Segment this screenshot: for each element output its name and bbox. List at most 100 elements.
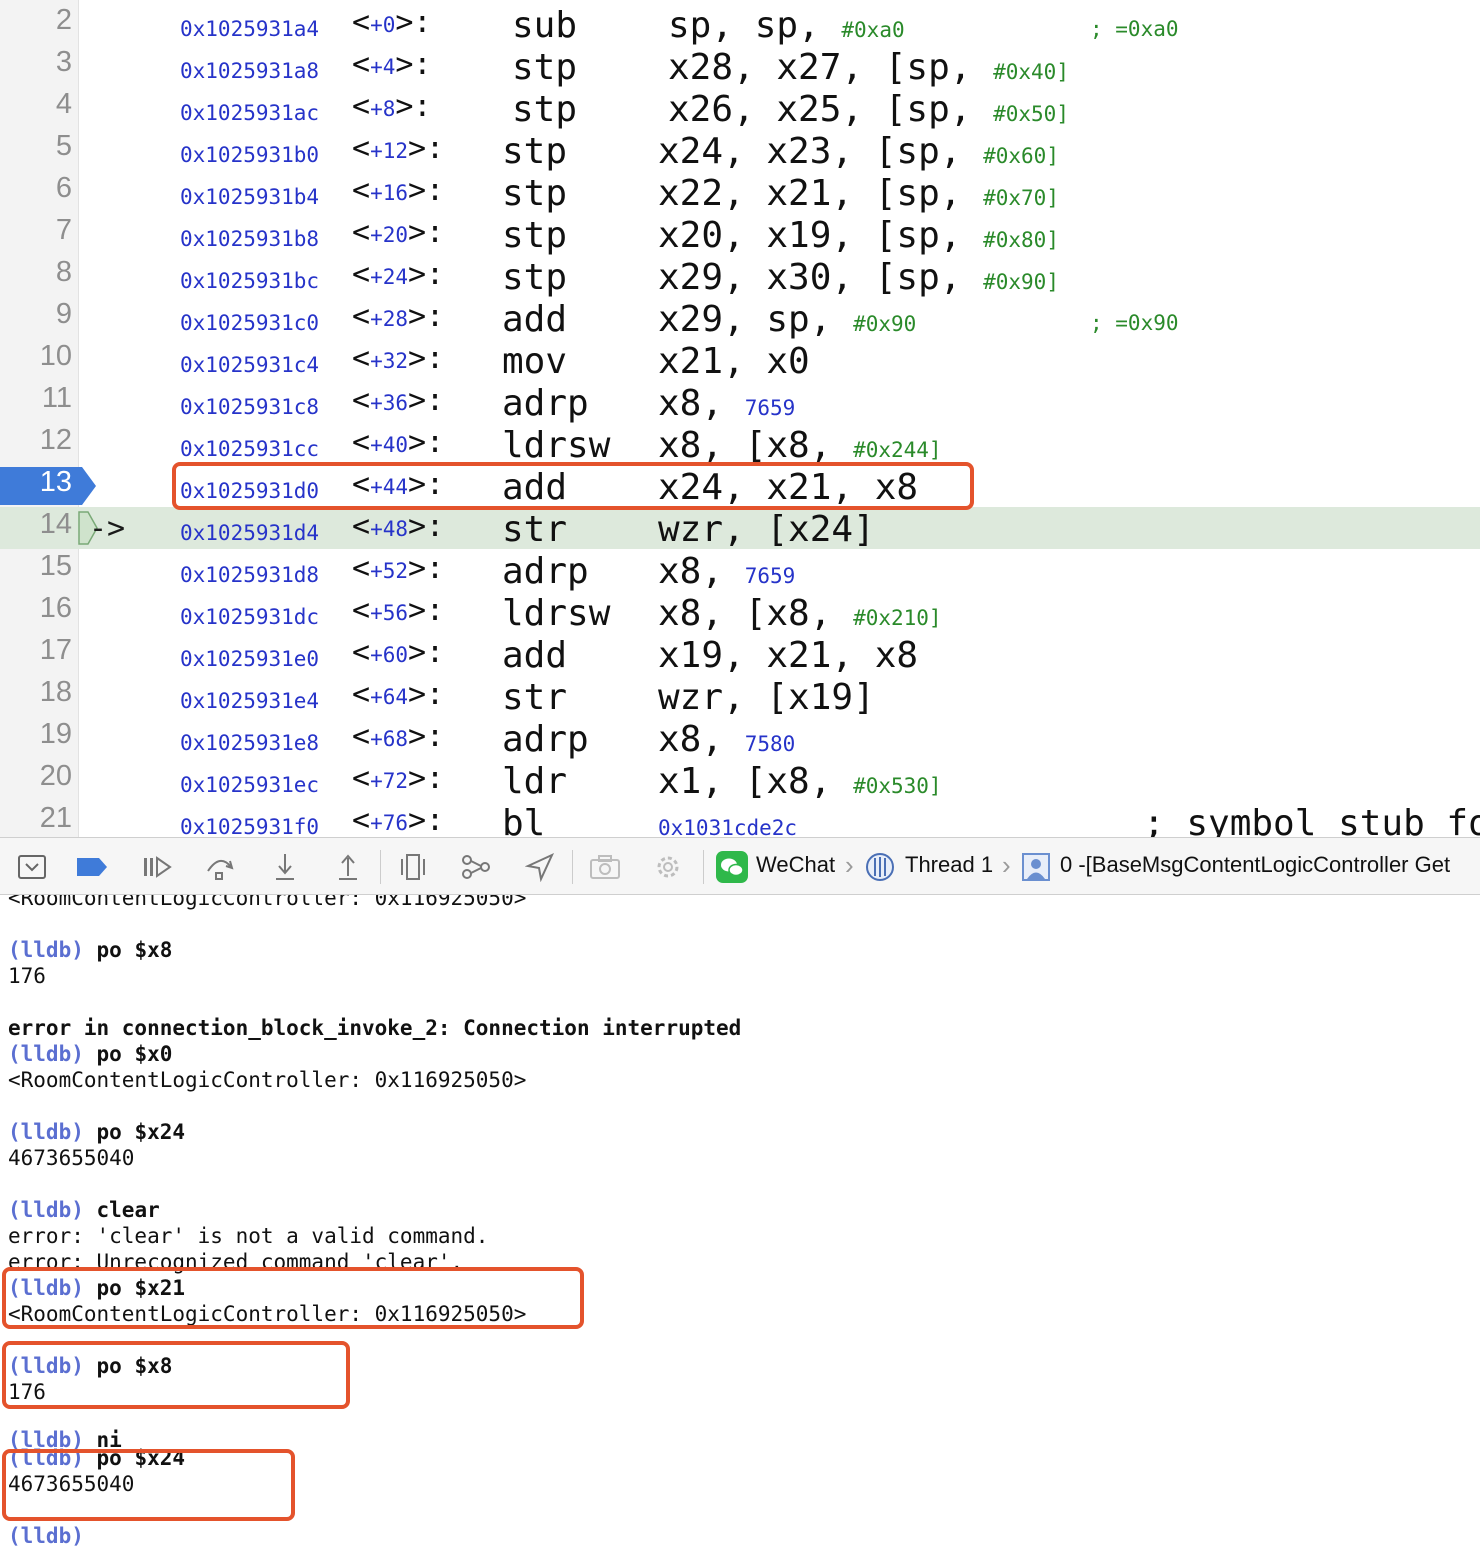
breadcrumb-app[interactable]: WeChat [756, 852, 835, 878]
instruction-row[interactable]: 19 0x1025931e8 <+68>: adrp x8, 7580 [0, 717, 1480, 760]
operand-text: x8, [658, 383, 745, 424]
instruction-row[interactable]: 7 0x1025931b8 <+20>: stp x20, x19, [sp, #0x8… [0, 213, 1480, 256]
operands: x29, x30, [sp, #0x90] [658, 257, 1059, 298]
line-number[interactable]: 4 [0, 88, 72, 121]
line-number[interactable]: 20 [0, 760, 72, 793]
line-number[interactable]: 19 [0, 718, 72, 751]
line-number[interactable]: 5 [0, 130, 72, 163]
continue-icon [144, 856, 172, 878]
capture-gpu-frame-button[interactable] [585, 847, 625, 887]
console-command-line: (lldb) [8, 1523, 84, 1549]
line-number[interactable]: 15 [0, 550, 72, 583]
step-into-button[interactable] [265, 847, 305, 887]
line-number[interactable]: 6 [0, 172, 72, 205]
simulate-location-button[interactable] [520, 847, 560, 887]
operand-text: x8, [658, 551, 745, 592]
offset-value: +76 [370, 811, 408, 835]
console-output-line: 176 [8, 963, 46, 989]
breadcrumb-frame[interactable]: 0 -[BaseMsgContentLogicController Get [1060, 852, 1450, 878]
instruction-row[interactable]: 6 0x1025931b4 <+16>: stp x22, x21, [sp, #0x7… [0, 171, 1480, 214]
debug-toolbar: WeChat › Thread 1 › 0 -[BaseMsgContentLo… [0, 837, 1480, 895]
offset-value: +4 [370, 55, 396, 79]
branch-target: 7580 [744, 732, 796, 756]
line-number[interactable]: 8 [0, 256, 72, 289]
console-output-line: <RoomContentLogicController: 0x116925050… [8, 1067, 526, 1093]
instruction-row[interactable]: 2 0x1025931a4 <+0>: sub sp, sp, #0xa0 ; =0xa0 [0, 3, 1480, 46]
immediate-value: #0x60] [983, 144, 1059, 168]
step-over-button[interactable] [200, 847, 240, 887]
instruction-row[interactable]: 12 0x1025931cc <+40>: ldrsw x8, [x8, #0x244] [0, 423, 1480, 466]
lldb-console[interactable]: <RoomContentLogicController: 0x116925050… [0, 895, 1480, 1568]
operands: x8, [x8, #0x244] [658, 425, 942, 466]
console-command: clear [96, 1198, 160, 1222]
instruction-row[interactable]: 4 0x1025931ac <+8>: stp x26, x25, [sp, #0x50… [0, 87, 1480, 130]
line-number[interactable]: 18 [0, 676, 72, 709]
breakpoints-toggle-button[interactable] [72, 847, 112, 887]
line-number[interactable]: 14 [0, 508, 72, 541]
instruction-row[interactable]: 21 0x1025931f0 <+76>: bl 0x1031cde2c ; symbol… [0, 801, 1480, 837]
instruction-address: 0x1025931ac [180, 101, 320, 125]
lldb-prompt: (lldb) [8, 938, 84, 962]
mnemonic: stp [502, 257, 568, 298]
operands: x22, x21, [sp, #0x70] [658, 173, 1059, 214]
operands: x21, x0 [658, 341, 810, 382]
memory-graph-button[interactable] [456, 847, 496, 887]
console-output-line: 4673655040 [8, 1145, 134, 1171]
line-number[interactable]: 16 [0, 592, 72, 625]
immediate-value: #0xa0 [841, 18, 905, 42]
instruction-offset: <+0>: [352, 5, 432, 40]
view-hierarchy-button[interactable] [393, 847, 433, 887]
instruction-row[interactable]: 18 0x1025931e4 <+64>: str wzr, [x19] [0, 675, 1480, 718]
instruction-offset: <+40>: [352, 425, 445, 460]
line-number[interactable]: 21 [0, 802, 72, 835]
step-out-button[interactable] [328, 847, 368, 887]
program-counter-arrow: -> [89, 511, 126, 546]
offset-value: +0 [370, 13, 396, 37]
operands: wzr, [x19] [658, 677, 875, 718]
instruction-row[interactable]: 11 0x1025931c8 <+36>: adrp x8, 7659 [0, 381, 1480, 424]
chevron-right-icon: › [845, 850, 854, 880]
line-number[interactable]: 2 [0, 4, 72, 37]
console-text: 4673655040 [8, 1146, 135, 1170]
disassembly-view[interactable]: 2 0x1025931a4 <+0>: sub sp, sp, #0xa0 ; =0xa0… [0, 0, 1480, 837]
line-number[interactable]: 11 [0, 382, 72, 415]
step-out-icon [339, 854, 357, 880]
wechat-app-icon [714, 847, 750, 887]
instruction-row[interactable]: 16 0x1025931dc <+56>: ldrsw x8, [x8, #0x210] [0, 591, 1480, 634]
lldb-prompt: (lldb) [8, 1120, 84, 1144]
instruction-row[interactable]: 10 0x1025931c4 <+32>: mov x21, x0 [0, 339, 1480, 382]
instruction-row[interactable]: 20 0x1025931ec <+72>: ldr x1, [x8, #0x530] [0, 759, 1480, 802]
offset-value: +40 [370, 433, 408, 457]
toolbar-separator [703, 850, 704, 884]
lldb-prompt: (lldb) [8, 1524, 84, 1548]
immediate-value: #0x90] [983, 270, 1059, 294]
line-number[interactable]: 12 [0, 424, 72, 457]
instruction-row[interactable]: 15 0x1025931d8 <+52>: adrp x8, 7659 [0, 549, 1480, 592]
line-number[interactable]: 9 [0, 298, 72, 331]
view-hierarchy-icon [401, 854, 425, 880]
operands: x8, 7580 [658, 719, 795, 760]
instruction-row[interactable]: 3 0x1025931a8 <+4>: stp x28, x27, [sp, #0x40… [0, 45, 1480, 88]
line-number[interactable]: 13 [0, 466, 72, 499]
instruction-row[interactable]: 9 0x1025931c0 <+28>: add x29, sp, #0x90 ; =0x… [0, 297, 1480, 340]
instruction-row[interactable]: 5 0x1025931b0 <+12>: stp x24, x23, [sp, #0x6… [0, 129, 1480, 172]
operand-text: x26, x25, [sp, [668, 89, 994, 130]
continue-button[interactable] [137, 847, 177, 887]
instruction-row[interactable]: -> 14 0x1025931d4 <+48>: str wzr, [x24] [0, 507, 1480, 550]
console-text: <RoomContentLogicController: 0x116925050… [8, 1068, 527, 1092]
instruction-address: 0x1025931ec [180, 773, 320, 797]
environment-overrides-button[interactable] [648, 847, 688, 887]
line-number[interactable]: 7 [0, 214, 72, 247]
instruction-offset: <+24>: [352, 257, 445, 292]
line-number[interactable]: 17 [0, 634, 72, 667]
line-number[interactable]: 3 [0, 46, 72, 79]
instruction-row[interactable]: 8 0x1025931bc <+24>: stp x29, x30, [sp, #0x9… [0, 255, 1480, 298]
operands: x8, 7659 [658, 383, 795, 424]
instruction-row[interactable]: 17 0x1025931e0 <+60>: add x19, x21, x8 [0, 633, 1480, 676]
breadcrumb-thread[interactable]: Thread 1 [905, 852, 993, 878]
hide-debug-area-button[interactable] [12, 847, 52, 887]
operand-text: wzr, [x24] [658, 509, 875, 550]
operand-text: x29, x30, [sp, [658, 257, 984, 298]
operands: x1, [x8, #0x530] [658, 761, 942, 802]
line-number[interactable]: 10 [0, 340, 72, 373]
